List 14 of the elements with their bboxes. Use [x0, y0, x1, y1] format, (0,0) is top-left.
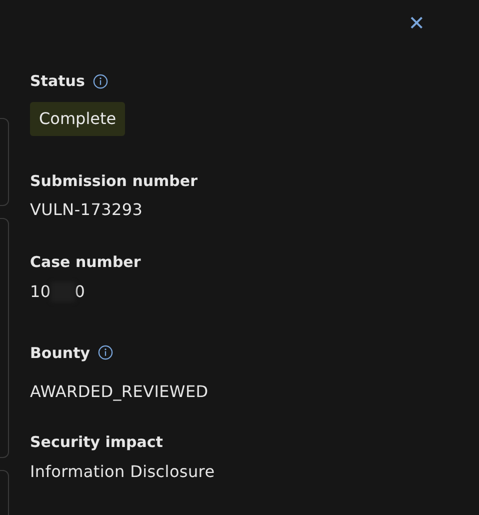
field-label: Status	[30, 71, 85, 92]
field-label: Security impact	[30, 432, 163, 453]
field-label: Case number	[30, 252, 141, 273]
field-value: 0	[74, 280, 86, 302]
info-icon[interactable]	[92, 74, 108, 89]
field-value: 10	[30, 280, 51, 302]
status-badge: Complete	[30, 102, 126, 136]
info-icon[interactable]	[98, 345, 114, 360]
field-label: Submission number	[30, 170, 198, 192]
field-label: Bounty	[30, 342, 90, 364]
field-value: Information Disclosure	[30, 462, 215, 480]
field-value: AWARDED_REVIEWED	[30, 382, 208, 401]
field-value: VULN-173293	[30, 200, 143, 219]
close-button[interactable]: ✕	[404, 10, 429, 36]
